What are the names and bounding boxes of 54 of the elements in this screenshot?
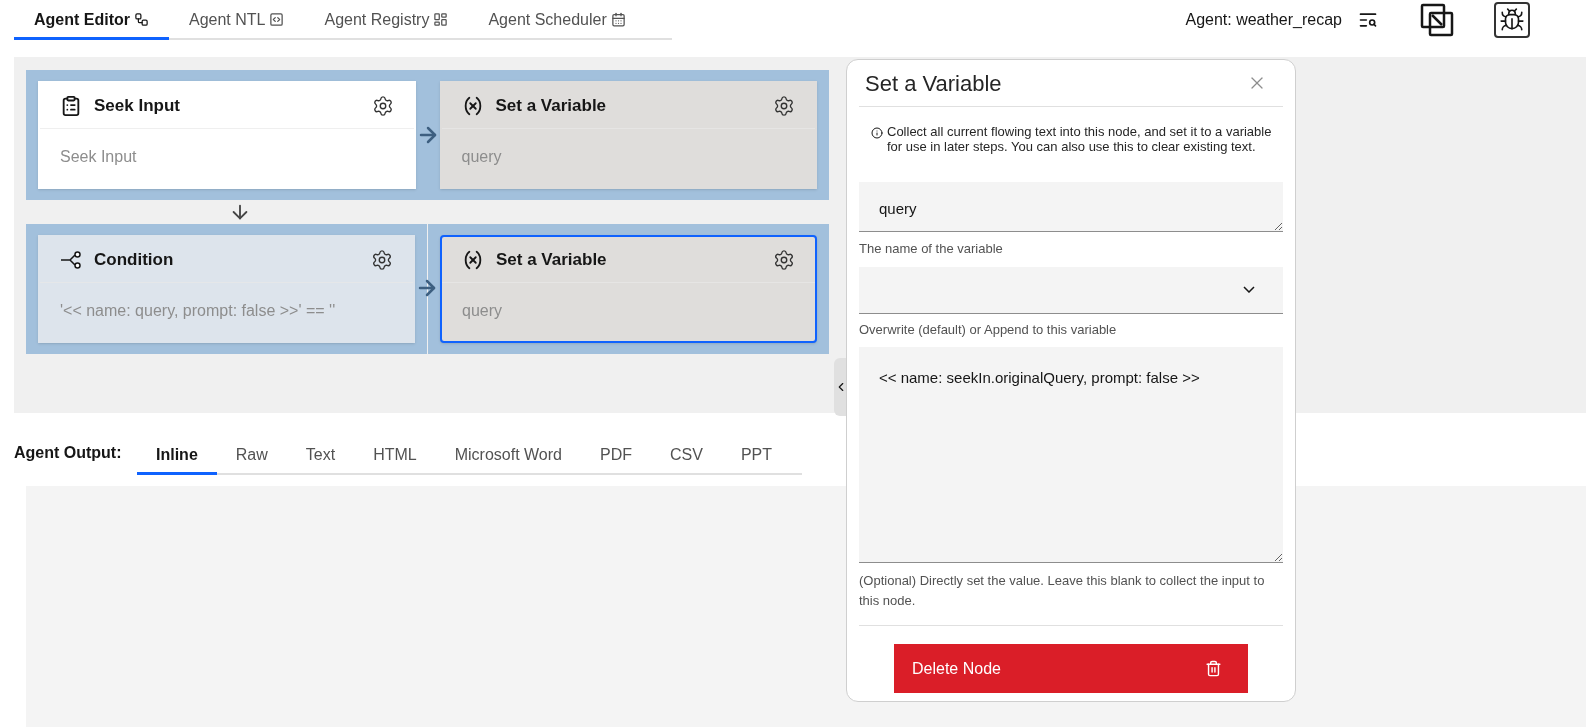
field-help-text: (Optional) Directly set the value. Leave this blank to collect the input to this node. xyxy=(859,572,1266,610)
node-title: Set a Variable xyxy=(495,94,607,117)
settings-icon[interactable] xyxy=(773,248,795,271)
branch-icon xyxy=(60,250,82,269)
code-icon xyxy=(269,12,285,27)
nav-tab[interactable]: Agent Scheduler xyxy=(468,2,646,40)
variable-icon xyxy=(462,248,484,271)
workflow-icon xyxy=(134,12,149,27)
trash-icon xyxy=(1205,660,1222,677)
output-tab[interactable]: HTML xyxy=(354,437,436,475)
nav-tab[interactable]: Agent Registry xyxy=(304,2,469,40)
output-tab[interactable]: PDF xyxy=(581,437,651,475)
node-description: '<< name: query, prompt: false >>' == '' xyxy=(60,302,336,319)
output-tab[interactable]: Inline xyxy=(137,437,217,475)
settings-icon[interactable] xyxy=(773,94,795,117)
field-label: The name of the variable xyxy=(859,240,1004,258)
info-icon xyxy=(871,127,883,139)
node-title: Seek Input xyxy=(94,94,180,117)
flow-node[interactable]: Set a Variable query xyxy=(440,235,817,343)
output-tab[interactable]: PPT xyxy=(721,437,791,475)
flow-node[interactable]: Set a Variable query xyxy=(439,81,817,189)
text-field[interactable]: query xyxy=(859,182,1283,232)
output-label: Agent Output: xyxy=(14,443,123,463)
output-tab[interactable]: Microsoft Word xyxy=(435,437,581,475)
bug-icon xyxy=(1499,7,1525,33)
output-tab[interactable]: CSV xyxy=(651,437,722,475)
blocks-icon xyxy=(433,12,449,27)
value-textarea[interactable]: << name: seekIn.originalQuery, prompt: false >> xyxy=(859,347,1283,563)
overlap-squares-icon xyxy=(1420,3,1454,37)
node-description: query xyxy=(462,302,503,319)
panel-title: Set a Variable xyxy=(865,69,1002,98)
delete-node-button[interactable]: Delete Node xyxy=(894,644,1248,693)
debug-button[interactable] xyxy=(1494,2,1530,38)
output-tab[interactable]: Raw xyxy=(216,437,287,475)
flow-node[interactable]: Condition '<< name: query, prompt: false >>' == '' xyxy=(38,235,415,343)
info-text: Collect all current flowing text into this node, and set it to a variable for use in later steps. You can also use this to clear existing text. xyxy=(887,124,1273,154)
output-tab[interactable]: Text xyxy=(286,437,355,475)
settings-icon[interactable] xyxy=(371,248,393,271)
flow-node[interactable]: Seek Input Seek Input xyxy=(38,81,416,189)
agent-name: Agent: weather_recap xyxy=(1185,10,1342,30)
node-title: Set a Variable xyxy=(496,248,607,271)
clipboard-icon xyxy=(60,94,82,117)
node-description: Seek Input xyxy=(60,148,137,165)
calendar-icon xyxy=(610,12,626,27)
node-title: Condition xyxy=(94,248,174,271)
node-description: query xyxy=(461,148,502,165)
overlap-squares-button[interactable] xyxy=(1420,3,1454,37)
chevron-down-icon xyxy=(1243,286,1255,293)
field-label: Overwrite (default) or Append to this variable xyxy=(859,320,1118,339)
settings-icon[interactable] xyxy=(371,94,394,117)
search-document-icon[interactable] xyxy=(1358,10,1378,30)
nav-tab[interactable]: Agent Editor xyxy=(14,2,169,40)
nav-tab[interactable]: Agent NTL xyxy=(169,2,305,40)
select-dropdown[interactable] xyxy=(859,266,1283,314)
